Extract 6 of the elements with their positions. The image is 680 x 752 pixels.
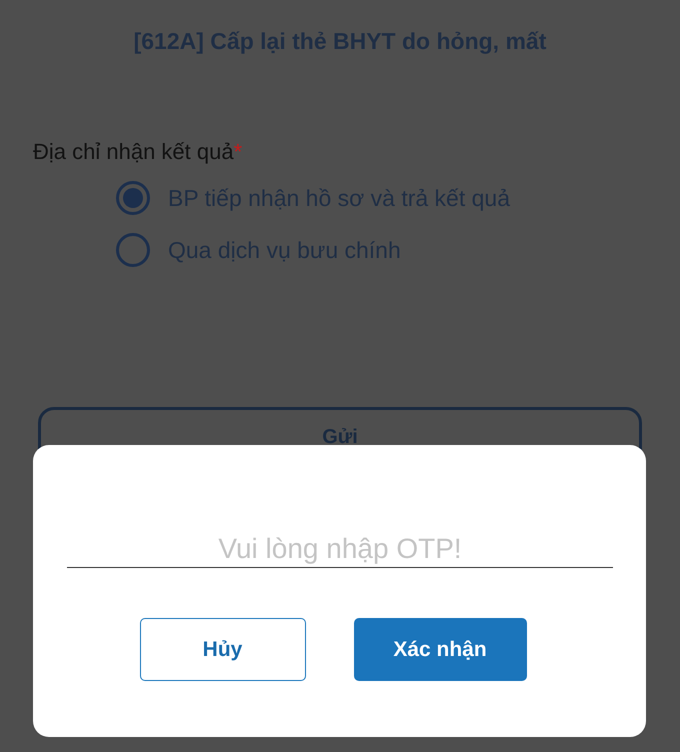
radio-button[interactable] (116, 181, 150, 215)
cancel-button[interactable]: Hủy (140, 618, 306, 681)
field-label: Địa chỉ nhận kết quả* (33, 139, 242, 165)
radio-button[interactable] (116, 233, 150, 267)
otp-input-field[interactable]: Vui lòng nhập OTP! (67, 533, 613, 568)
confirm-button[interactable]: Xác nhận (354, 618, 526, 681)
